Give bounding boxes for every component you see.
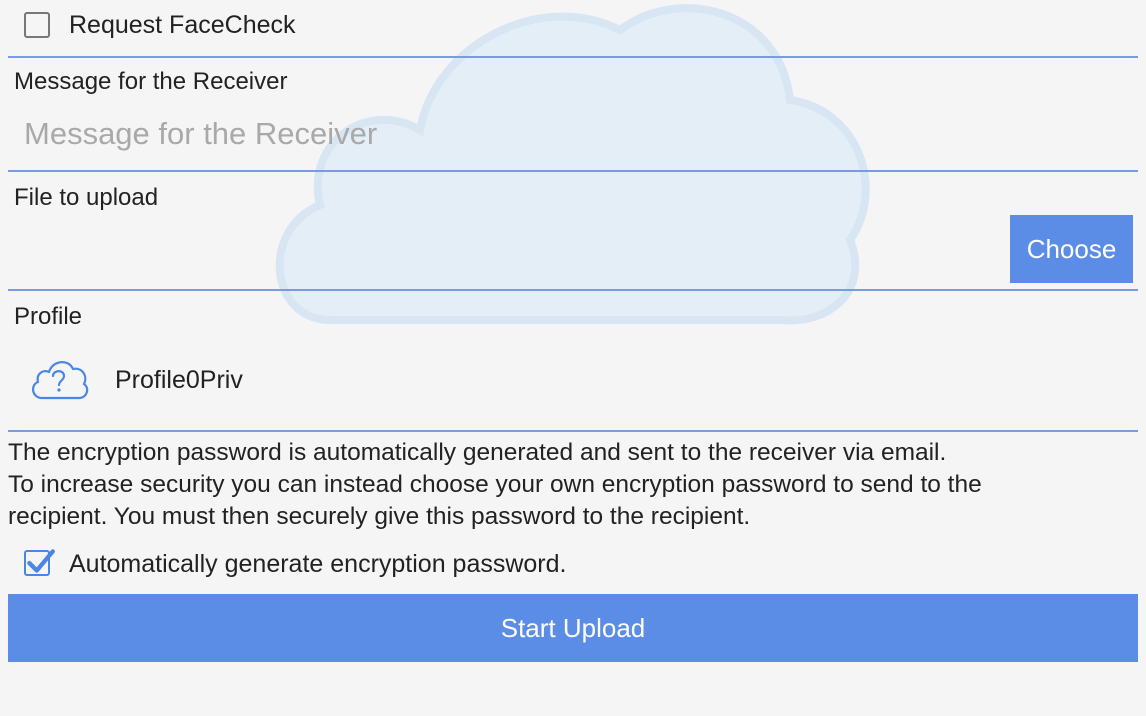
info-line: The encryption password is automatically… (8, 439, 947, 466)
divider (8, 56, 1138, 58)
facecheck-checkbox[interactable] (24, 12, 50, 38)
file-label: File to upload (14, 184, 159, 211)
auto-password-label: Automatically generate encryption passwo… (69, 550, 567, 578)
profile-label: Profile (14, 303, 83, 330)
cloud-question-icon[interactable] (28, 352, 90, 408)
checkmark-icon (27, 549, 55, 573)
encryption-info-text: The encryption password is automatically… (8, 437, 1128, 533)
info-line: recipient. You must then securely give t… (8, 503, 751, 530)
divider (8, 289, 1138, 291)
info-line: To increase security you can instead cho… (8, 471, 982, 498)
message-input[interactable] (14, 108, 1124, 160)
message-label: Message for the Receiver (14, 68, 288, 95)
choose-file-button[interactable]: Choose (1010, 215, 1133, 283)
auto-password-checkbox[interactable] (24, 549, 55, 576)
divider (8, 170, 1138, 172)
start-upload-button[interactable]: Start Upload (8, 594, 1138, 662)
divider (8, 430, 1138, 432)
upload-form: Request FaceCheck Message for the Receiv… (0, 0, 1146, 716)
facecheck-label: Request FaceCheck (69, 11, 296, 39)
profile-name[interactable]: Profile0Priv (115, 366, 243, 395)
